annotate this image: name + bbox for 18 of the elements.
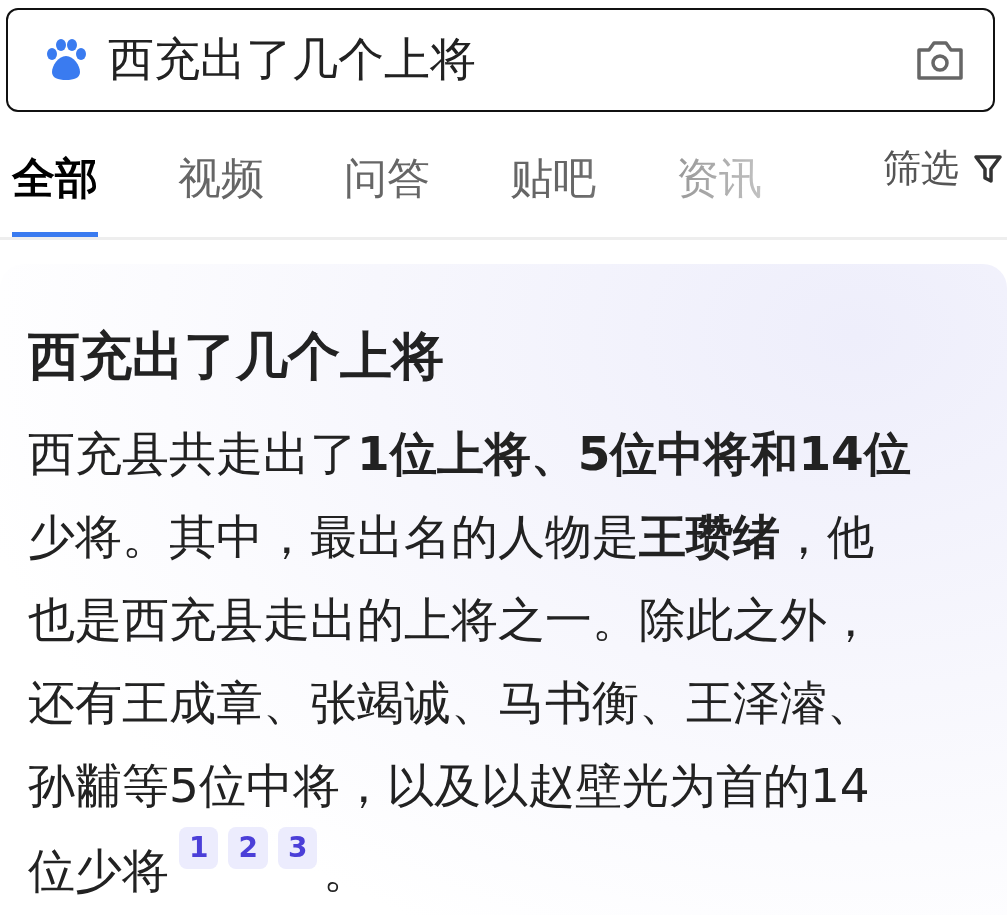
citation-link[interactable]: 1 <box>179 827 219 869</box>
answer-text-line: 还有王成章、张竭诚、马书衡、王泽濬、 <box>28 675 874 730</box>
tab[interactable]: 问答 <box>344 112 430 237</box>
camera-icon[interactable] <box>915 38 965 82</box>
tab[interactable]: 视频 <box>178 112 264 237</box>
answer-punctuation: 。 <box>323 843 371 898</box>
answer-title: 西充出了几个上将 <box>28 326 445 386</box>
filter-icon <box>973 152 1003 185</box>
paw-logo-icon <box>44 38 88 82</box>
answer-text-line: 位少将 <box>28 843 169 898</box>
tab[interactable]: 贴吧 <box>510 112 596 237</box>
answer-text-line: 孙黼等5位中将，以及以赵壁光为首的14 <box>28 758 870 813</box>
citation-link[interactable]: 3 <box>277 827 318 869</box>
citation-link[interactable]: 2 <box>228 827 268 869</box>
answer-text-line: 也是西充县走出的上将之一。除此之外， <box>28 592 874 647</box>
search-field[interactable]: 西充出了几个上将 <box>6 8 995 112</box>
tab[interactable]: 全部 <box>12 112 98 237</box>
answer-text-line: 少将。其中，最出名的人物是王瓒绪，他 <box>28 509 874 564</box>
